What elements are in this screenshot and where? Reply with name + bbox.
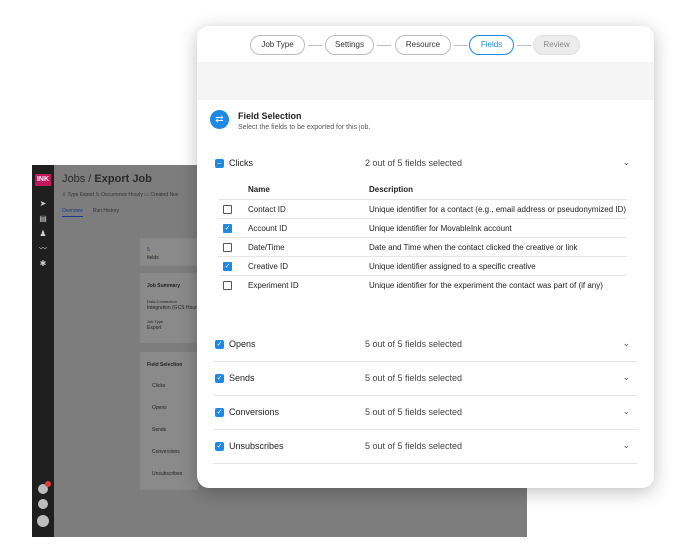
bg-field-item: Opens [152, 405, 167, 411]
checked-checkbox[interactable]: ✓ [215, 442, 224, 451]
table-row[interactable]: ✓ Creative ID Unique identifier assigned… [218, 256, 627, 275]
chevron-down-icon[interactable]: ⌄ [622, 157, 630, 168]
header-band [197, 62, 654, 100]
field-description: Date and Time when the contact clicked t… [369, 243, 578, 252]
field-name: Account ID [248, 224, 288, 233]
field-name: Contact ID [248, 205, 286, 214]
field-name: Date/Time [248, 243, 285, 252]
bg-field-selection-card: Field Selection Clicks Opens Sends Conve… [140, 352, 198, 490]
tab-run-history[interactable]: Run History [93, 208, 119, 214]
table-row[interactable]: Contact ID Unique identifier for a conta… [218, 199, 627, 218]
send-icon[interactable]: ➤ [38, 199, 48, 208]
section-sends[interactable]: ✓ Sends 5 out of 5 fields selected ⌄ [213, 369, 638, 389]
section-opens[interactable]: ✓ Opens 5 out of 5 fields selected ⌄ [213, 335, 638, 355]
section-name: Unsubscribes [229, 441, 284, 451]
job-tabs: Overview Run History [62, 208, 129, 217]
page-icon[interactable]: ▤ [38, 214, 48, 223]
section-name: Sends [229, 373, 255, 383]
section-count: 5 out of 5 fields selected [365, 373, 463, 383]
field-selection-subtitle: Select the fields to be exported for thi… [238, 124, 371, 131]
field-description: Unique identifier for a contact (e.g., e… [369, 205, 627, 214]
analytics-icon[interactable]: 〰 [38, 244, 48, 253]
step-connector [517, 45, 531, 46]
indeterminate-checkbox[interactable]: – [215, 159, 224, 168]
section-name: Opens [229, 339, 256, 349]
avatar[interactable] [37, 515, 49, 527]
chevron-down-icon[interactable]: ⌄ [622, 440, 630, 451]
section-unsubscribes[interactable]: ✓ Unsubscribes 5 out of 5 fields selecte… [213, 437, 638, 457]
table-row[interactable]: Date/Time Date and Time when the contact… [218, 237, 627, 256]
breadcrumb-current: Export Job [94, 173, 152, 185]
step-settings[interactable]: Settings [325, 35, 374, 55]
job-summary-title: Job Summary [147, 283, 181, 289]
section-count: 5 out of 5 fields selected [365, 339, 463, 349]
column-header-description: Description [369, 185, 414, 194]
tab-overview[interactable]: Overview [62, 208, 83, 217]
stat-label: fields [147, 255, 159, 261]
field-name: Experiment ID [248, 281, 299, 290]
section-conversions[interactable]: ✓ Conversions 5 out of 5 fields selected… [213, 403, 638, 423]
chevron-down-icon[interactable]: ⌄ [622, 372, 630, 383]
section-name: Clicks [229, 158, 253, 168]
bg-field-item: Clicks [152, 383, 166, 389]
stat-value: 5 [147, 247, 150, 253]
data-connection-value: Integration (GCS Hourly) [147, 305, 203, 311]
export-job-modal: Job Type Settings Resource Fields Review… [197, 26, 654, 488]
table-row[interactable]: ✓ Account ID Unique identifier for Movab… [218, 218, 627, 237]
step-review[interactable]: Review [533, 35, 580, 55]
section-count: 5 out of 5 fields selected [365, 441, 463, 451]
field-description: Unique identifier for MovableInk account [369, 224, 512, 233]
row-checkbox[interactable]: ✓ [223, 224, 232, 233]
divider [213, 463, 638, 464]
bg-field-item: Conversions [152, 449, 180, 455]
bg-field-item: Unsubscribes [152, 471, 183, 477]
swap-arrows-icon: ⇄ [210, 110, 229, 129]
field-description: Unique identifier assigned to a specific… [369, 262, 536, 271]
chevron-down-icon[interactable]: ⌄ [622, 338, 630, 349]
users-icon[interactable]: ♟ [38, 229, 48, 238]
step-resource[interactable]: Resource [395, 35, 451, 55]
left-nav-rail: INK ➤ ▤ ♟ 〰 ✱ [32, 165, 54, 537]
table-row[interactable]: Experiment ID Unique identifier for the … [218, 275, 627, 294]
divider [213, 429, 638, 430]
row-checkbox[interactable]: ✓ [223, 262, 232, 271]
field-selection-title: Field Selection [238, 111, 302, 121]
wizard-stepper: Job Type Settings Resource Fields Review [197, 26, 654, 62]
job-type-value: Export [147, 325, 162, 331]
column-header-name: Name [248, 185, 270, 194]
row-checkbox[interactable] [223, 243, 232, 252]
chevron-down-icon[interactable]: ⌄ [622, 406, 630, 417]
step-connector [377, 45, 391, 46]
section-count: 5 out of 5 fields selected [365, 407, 463, 417]
row-checkbox[interactable] [223, 281, 232, 290]
help-icon[interactable] [38, 499, 48, 509]
app-logo: INK [35, 174, 51, 186]
bg-field-item: Sends [152, 427, 167, 433]
section-clicks[interactable]: – Clicks 2 out of 5 fields selected ⌄ [213, 154, 638, 174]
divider [213, 395, 638, 396]
job-summary-card: Job Summary Data Connection Integration … [140, 273, 202, 343]
page-title: Jobs / Export Job [62, 173, 152, 185]
checked-checkbox[interactable]: ✓ [215, 408, 224, 417]
section-count: 2 out of 5 fields selected [365, 158, 463, 168]
notification-badge [45, 481, 51, 487]
job-type-label: Job Type [147, 319, 164, 324]
checked-checkbox[interactable]: ✓ [215, 340, 224, 349]
breadcrumb-jobs[interactable]: Jobs [62, 173, 85, 185]
step-fields[interactable]: Fields [469, 35, 514, 55]
step-connector [308, 45, 322, 46]
settings-icon[interactable]: ✱ [38, 259, 48, 268]
stat-card: 5 fields [140, 238, 198, 266]
field-name: Creative ID [248, 262, 289, 271]
data-connection-label: Data Connection [147, 299, 177, 304]
step-job-type[interactable]: Job Type [250, 35, 305, 55]
row-checkbox[interactable] [223, 205, 232, 214]
section-name: Conversions [229, 407, 280, 417]
job-meta: ⇩ Type Export ↻ Occurrence Hourly ▭ Crea… [62, 192, 179, 198]
step-connector [454, 45, 468, 46]
checked-checkbox[interactable]: ✓ [215, 374, 224, 383]
divider [213, 361, 638, 362]
field-description: Unique identifier for the experiment the… [369, 281, 603, 290]
bg-field-selection-title: Field Selection [147, 362, 183, 368]
